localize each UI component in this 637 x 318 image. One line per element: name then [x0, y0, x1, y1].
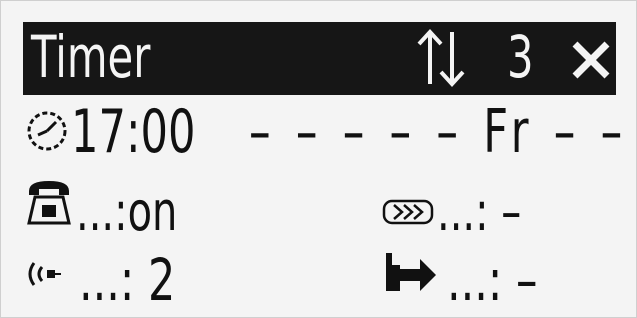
answering-machine-value[interactable]: ...: –: [437, 185, 521, 239]
call-forward-icon: [386, 253, 436, 291]
ringer-icon: [28, 262, 61, 286]
lcd-screen: Timer 3 17:00 – – – – – Fr – – ...:on ..…: [0, 0, 637, 318]
close-icon[interactable]: [571, 36, 611, 80]
timer-weekdays[interactable]: – – – – – Fr – –: [249, 102, 628, 162]
timer-number: 3: [507, 23, 534, 91]
timer-time[interactable]: 17:00: [71, 102, 196, 162]
phone-setting-value[interactable]: ...:on: [76, 185, 177, 239]
telephone-icon: [27, 181, 71, 225]
call-forward-value[interactable]: ...: –: [447, 251, 537, 309]
up-down-arrows-icon[interactable]: [415, 24, 467, 92]
ringer-volume-value[interactable]: ...: 2: [79, 251, 175, 309]
screen-title: Timer: [31, 23, 151, 91]
answering-machine-icon: [382, 199, 434, 225]
header-bar: Timer 3: [23, 22, 616, 95]
clock-icon: [27, 111, 67, 151]
